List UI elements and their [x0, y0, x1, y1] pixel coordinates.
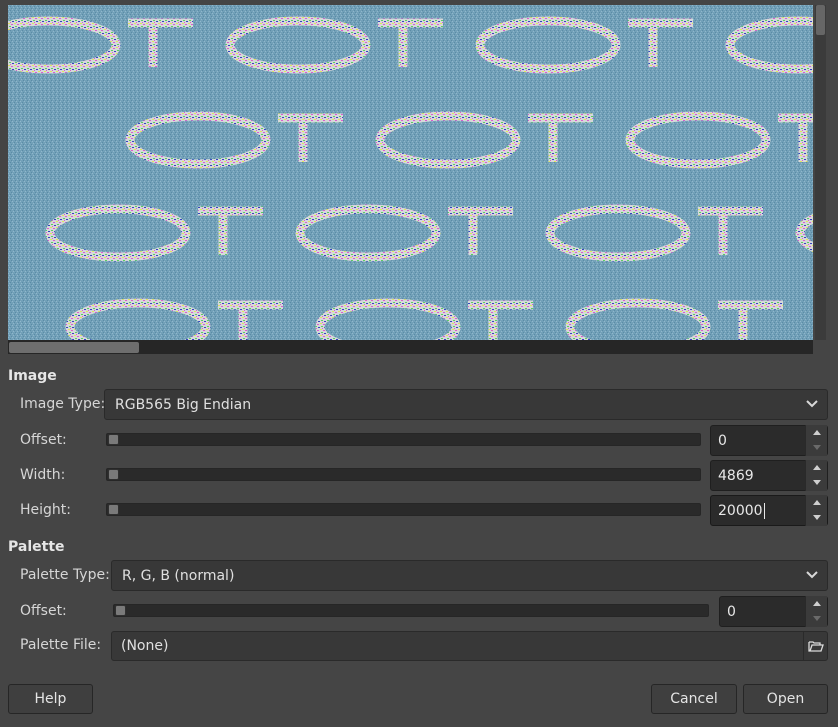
raw-image-preview[interactable]	[8, 5, 813, 340]
arrow-down-icon[interactable]	[806, 511, 827, 527]
image-offset-spin-buttons[interactable]	[805, 425, 827, 456]
palette-type-label: Palette Type:	[20, 567, 110, 583]
open-button[interactable]: Open	[743, 684, 828, 714]
vertical-scrollbar[interactable]	[815, 5, 826, 340]
image-height-slider[interactable]	[106, 503, 701, 516]
image-width-spin-buttons[interactable]	[805, 460, 827, 491]
arrow-up-icon[interactable]	[806, 495, 827, 511]
preview-canvas	[8, 5, 813, 340]
palette-offset-slider-handle[interactable]	[115, 605, 126, 616]
arrow-up-icon[interactable]	[806, 425, 827, 441]
vertical-scroll-thumb[interactable]	[816, 5, 825, 35]
image-offset-value: 0	[718, 432, 727, 449]
palette-file-chooser[interactable]: (None)	[111, 631, 828, 661]
chevron-down-icon	[805, 568, 819, 584]
folder-open-icon[interactable]	[803, 631, 828, 661]
arrow-down-icon[interactable]	[806, 476, 827, 492]
horizontal-scroll-thumb[interactable]	[9, 342, 139, 353]
image-offset-label: Offset:	[20, 432, 67, 448]
image-height-value: 20000	[718, 502, 763, 519]
image-height-spin-buttons[interactable]	[805, 495, 827, 526]
palette-file-label: Palette File:	[20, 637, 102, 653]
image-offset-slider-handle[interactable]	[108, 434, 119, 445]
image-type-label: Image Type:	[20, 396, 106, 412]
image-type-combo[interactable]: RGB565 Big Endian	[104, 389, 828, 420]
text-caret	[763, 502, 765, 519]
image-height-slider-handle[interactable]	[108, 504, 119, 515]
image-width-value: 4869	[718, 467, 754, 484]
arrow-down-icon[interactable]	[806, 441, 827, 457]
palette-offset-label: Offset:	[20, 603, 67, 619]
palette-offset-slider[interactable]	[113, 604, 709, 617]
image-width-label: Width:	[20, 467, 66, 483]
cancel-button[interactable]: Cancel	[651, 684, 737, 714]
image-width-slider-handle[interactable]	[108, 469, 119, 480]
arrow-down-icon[interactable]	[806, 612, 827, 628]
palette-offset-spin-buttons[interactable]	[805, 596, 827, 627]
help-button[interactable]: Help	[8, 684, 93, 714]
palette-section-title: Palette	[8, 539, 65, 555]
image-offset-slider[interactable]	[106, 433, 701, 446]
image-height-label: Height:	[20, 502, 71, 518]
arrow-up-icon[interactable]	[806, 460, 827, 476]
palette-type-combo[interactable]: R, G, B (normal)	[111, 560, 828, 591]
image-width-slider[interactable]	[106, 468, 701, 481]
palette-file-value: (None)	[121, 638, 169, 654]
chevron-down-icon	[805, 397, 819, 413]
palette-offset-value: 0	[727, 603, 736, 620]
arrow-up-icon[interactable]	[806, 596, 827, 612]
image-section-title: Image	[8, 368, 57, 384]
palette-type-value: R, G, B (normal)	[122, 567, 235, 584]
image-type-value: RGB565 Big Endian	[115, 396, 252, 413]
